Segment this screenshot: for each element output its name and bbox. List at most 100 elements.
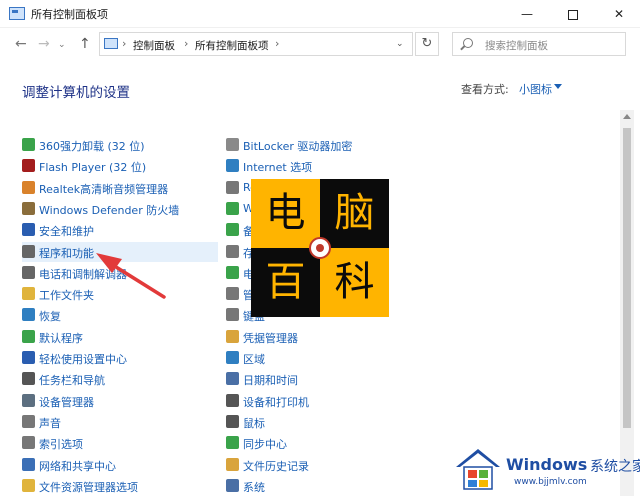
sync-icon xyxy=(226,436,239,450)
index-icon xyxy=(22,436,35,450)
uninstall-icon xyxy=(22,138,35,151)
control-panel-item[interactable]: 安全和维护 xyxy=(22,220,218,240)
address-dropdown-icon[interactable]: ⌄ xyxy=(396,39,404,49)
item-label: 工作文件夹 xyxy=(39,289,94,303)
item-label: 文件历史记录 xyxy=(243,459,309,473)
admin-tools-icon xyxy=(226,287,239,301)
keyboard-icon xyxy=(226,308,239,322)
page-title: 调整计算机的设置 xyxy=(22,85,130,101)
remote-icon xyxy=(226,180,239,194)
control-panel-item[interactable]: 任务栏和导航 xyxy=(22,369,218,389)
control-panel-item[interactable]: 声音 xyxy=(22,412,218,432)
logo-char: 百 xyxy=(265,259,306,305)
overlay-logo: 电 脑 百 科 xyxy=(251,179,389,317)
watermark-brand: Windows xyxy=(506,455,588,474)
control-panel-item[interactable]: 电话和调制解调器 xyxy=(22,263,218,283)
watermark-url: www.bjjmlv.com xyxy=(514,477,587,487)
maximize-button[interactable] xyxy=(550,0,596,28)
control-panel-item[interactable]: Realtek高清晰音频管理器 xyxy=(22,178,218,198)
system-icon xyxy=(226,478,239,492)
control-panel-item[interactable]: 轻松使用设置中心 xyxy=(22,348,218,368)
close-button[interactable]: ✕ xyxy=(596,0,640,28)
item-label: 日期和时间 xyxy=(243,374,298,388)
search-placeholder: 搜索控制面板 xyxy=(485,40,548,52)
windows-icon xyxy=(226,201,239,215)
control-panel-item[interactable]: 鼠标 xyxy=(226,412,422,432)
maximize-icon xyxy=(568,9,578,20)
breadcrumb-all-items[interactable]: 所有控制面板项 xyxy=(195,38,269,53)
control-panel-item[interactable]: 工作文件夹 xyxy=(22,284,218,304)
backup-icon xyxy=(226,223,239,237)
control-panel-item[interactable]: 索引选项 xyxy=(22,433,218,453)
firewall-icon xyxy=(22,201,35,215)
control-panel-item[interactable]: 360强力卸载 (32 位) xyxy=(22,135,218,155)
taskbar-icon xyxy=(22,372,35,386)
chevron-down-icon[interactable] xyxy=(554,84,562,89)
control-panel-item-programs-and-features[interactable]: 程序和功能 xyxy=(22,241,218,262)
item-label: 声音 xyxy=(39,416,61,430)
control-panel-item[interactable]: Flash Player (32 位) xyxy=(22,156,218,176)
control-panel-item[interactable]: Internet 选项 xyxy=(226,156,422,176)
control-panel-item[interactable]: 凭据管理器 xyxy=(226,327,422,347)
minimize-button[interactable]: — xyxy=(504,0,550,28)
item-label: 索引选项 xyxy=(39,438,83,452)
item-label: Flash Player (32 位) xyxy=(39,161,147,175)
item-label: 程序和功能 xyxy=(39,246,94,260)
refresh-icon: ↻ xyxy=(421,36,433,51)
control-panel-item[interactable]: 文件历史记录 xyxy=(226,455,422,475)
scroll-thumb[interactable] xyxy=(623,128,631,428)
item-label: 系统 xyxy=(243,480,265,494)
watermark-suffix: 系统之家 xyxy=(590,459,640,475)
forward-arrow-icon[interactable]: → xyxy=(38,36,50,52)
logo-char: 科 xyxy=(334,259,375,305)
control-panel-item[interactable]: 默认程序 xyxy=(22,327,218,347)
up-arrow-icon[interactable]: ↑ xyxy=(79,36,91,52)
region-icon xyxy=(226,351,239,364)
phone-icon xyxy=(22,265,35,279)
logo-char: 脑 xyxy=(334,190,375,236)
control-panel-item[interactable]: 恢复 xyxy=(22,305,218,325)
control-panel-item[interactable]: 设备管理器 xyxy=(22,391,218,411)
storage-icon xyxy=(226,244,239,258)
view-by-label: 查看方式: xyxy=(461,83,509,96)
scroll-up-icon[interactable] xyxy=(623,114,631,119)
credential-icon xyxy=(226,329,239,343)
flash-icon xyxy=(22,159,35,173)
address-bar[interactable]: › 控制面板 › 所有控制面板项 › ⌄ xyxy=(99,32,413,56)
control-panel-item[interactable]: 系统 xyxy=(226,476,422,496)
breadcrumb-control-panel[interactable]: 控制面板 xyxy=(133,38,175,53)
control-panel-item[interactable]: 同步中心 xyxy=(226,433,422,453)
breadcrumb-chevron-icon[interactable]: › xyxy=(122,37,126,50)
item-label: 区域 xyxy=(243,353,265,366)
window-title: 所有控制面板项 xyxy=(31,8,108,21)
recovery-icon xyxy=(22,308,35,322)
speaker-icon xyxy=(22,414,35,428)
item-label: 凭据管理器 xyxy=(243,331,298,345)
control-panel-item[interactable]: 日期和时间 xyxy=(226,369,422,389)
view-by-dropdown[interactable]: 小图标 xyxy=(519,81,552,97)
breadcrumb-chevron-icon[interactable]: › xyxy=(184,37,188,50)
search-input[interactable]: 搜索控制面板 xyxy=(452,32,626,56)
control-panel-item[interactable]: BitLocker 驱动器加密 xyxy=(226,135,422,155)
control-panel-item[interactable]: Windows Defender 防火墙 xyxy=(22,199,218,219)
logo-char: 电 xyxy=(265,190,306,236)
printer-icon xyxy=(226,393,239,407)
internet-icon xyxy=(226,159,239,173)
bitlocker-icon xyxy=(226,138,239,151)
control-panel-item[interactable]: 区域 xyxy=(226,348,422,368)
control-panel-item[interactable]: 设备和打印机 xyxy=(226,391,422,411)
recent-locations-chevron-icon[interactable]: ⌄ xyxy=(58,40,66,50)
clock-icon xyxy=(226,372,239,386)
ease-of-access-icon xyxy=(22,351,35,364)
control-panel-item[interactable]: 文件资源管理器选项 xyxy=(22,476,218,496)
breadcrumb-chevron-icon[interactable]: › xyxy=(275,37,279,50)
file-history-icon xyxy=(226,457,239,471)
refresh-button[interactable]: ↻ xyxy=(415,32,439,56)
control-panel-icon xyxy=(9,7,25,20)
back-arrow-icon[interactable]: ← xyxy=(15,36,27,52)
item-label: 鼠标 xyxy=(243,416,265,430)
item-label: Windows Defender 防火墙 xyxy=(39,203,180,217)
title-bar: 所有控制面板项 — ✕ xyxy=(0,0,640,28)
vertical-scrollbar[interactable] xyxy=(620,110,634,496)
control-panel-item[interactable]: 网络和共享中心 xyxy=(22,455,218,475)
